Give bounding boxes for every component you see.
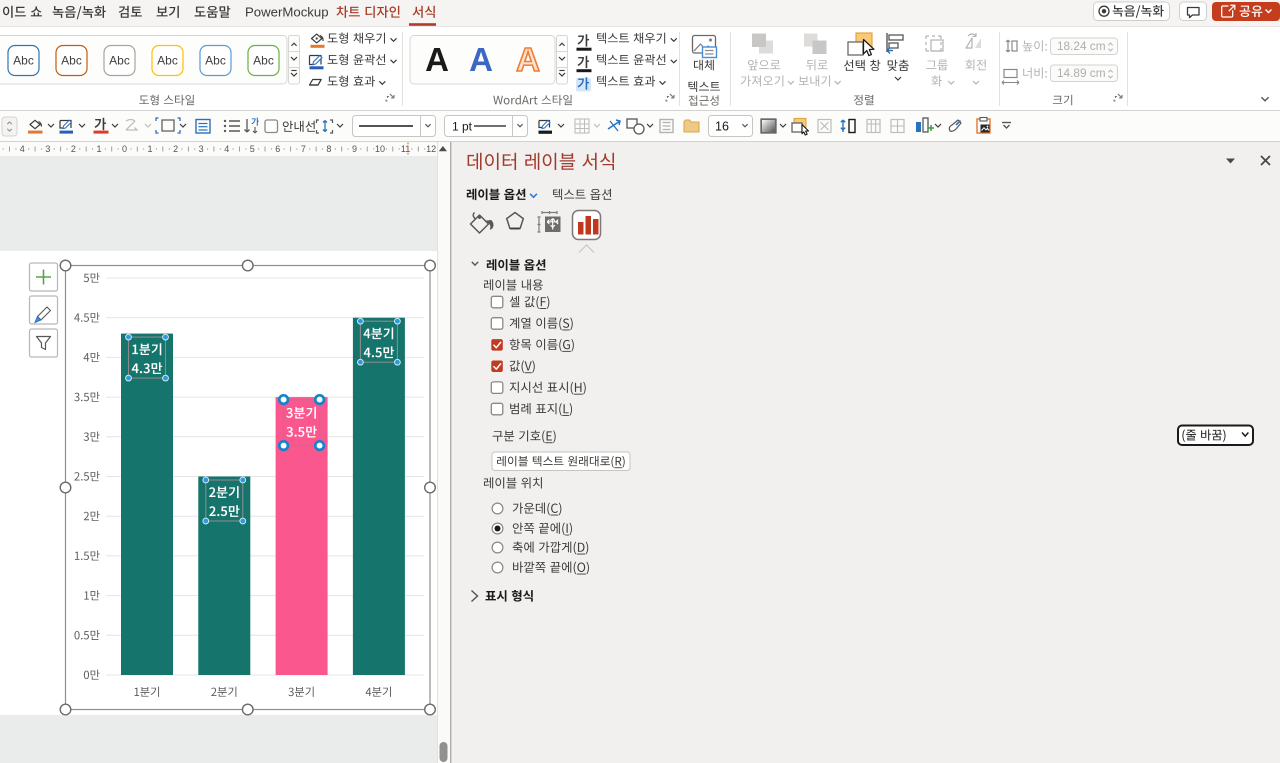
svg-text:18.24 cm: 18.24 cm [1057,39,1106,53]
svg-text:A: A [469,41,493,78]
svg-text:4: 4 [224,144,229,154]
svg-text:PowerMockup: PowerMockup [245,5,329,20]
svg-text:4: 4 [20,144,25,154]
svg-text:Abc: Abc [157,54,178,68]
svg-text:2: 2 [71,144,76,154]
svg-text:0: 0 [122,144,127,154]
svg-text:Abc: Abc [13,54,34,68]
svg-text:1 pt: 1 pt [452,120,473,134]
svg-text:8: 8 [326,144,331,154]
svg-text:12: 12 [426,144,436,154]
svg-text:1: 1 [96,144,101,154]
svg-text:2: 2 [173,144,178,154]
svg-text:14.89 cm: 14.89 cm [1057,66,1106,80]
svg-text:10: 10 [375,144,385,154]
svg-text:Abc: Abc [253,54,274,68]
svg-text:Abc: Abc [61,54,82,68]
svg-text:A: A [516,41,540,78]
svg-text:7: 7 [301,144,306,154]
svg-text:6: 6 [275,144,280,154]
svg-text:16: 16 [715,120,729,134]
svg-text:Abc: Abc [205,54,226,68]
svg-text:3: 3 [45,144,50,154]
svg-text:Abc: Abc [109,54,130,68]
svg-text:1: 1 [148,144,153,154]
svg-text:3: 3 [199,144,204,154]
svg-text:A: A [425,41,449,78]
svg-text:5: 5 [250,144,255,154]
svg-text:11: 11 [401,144,410,154]
svg-text:9: 9 [352,144,357,154]
